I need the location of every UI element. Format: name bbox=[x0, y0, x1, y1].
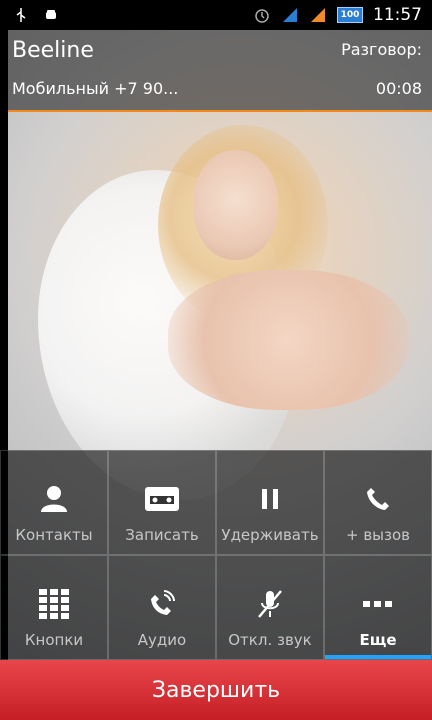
call-status: Разговор: bbox=[341, 40, 422, 59]
keypad-label: Кнопки bbox=[24, 631, 84, 649]
carrier-name: Beeline bbox=[12, 38, 94, 63]
hold-label: Удерживать bbox=[221, 526, 319, 544]
end-call-label: Завершить bbox=[151, 677, 281, 703]
caller-number: Мобильный +7 90... bbox=[12, 79, 179, 98]
android-debug-icon bbox=[42, 6, 60, 24]
contacts-icon bbox=[34, 479, 74, 519]
audio-icon bbox=[142, 584, 182, 624]
call-duration: 00:08 bbox=[375, 79, 422, 98]
audio-label: Аудио bbox=[137, 631, 187, 649]
record-icon bbox=[142, 479, 182, 519]
add-call-label: + вызов bbox=[345, 526, 410, 544]
more-icon bbox=[358, 584, 398, 624]
more-button[interactable]: Еще bbox=[324, 555, 432, 660]
alarm-icon bbox=[253, 6, 271, 24]
record-label: Записать bbox=[125, 526, 199, 544]
battery-icon: 100 bbox=[337, 7, 363, 23]
keypad-button[interactable]: Кнопки bbox=[0, 555, 108, 660]
call-header: Beeline Разговор: Мобильный +7 90... 00:… bbox=[8, 30, 432, 112]
audio-button[interactable]: Аудио bbox=[108, 555, 216, 660]
add-call-button[interactable]: + вызов bbox=[324, 450, 432, 555]
record-button[interactable]: Записать bbox=[108, 450, 216, 555]
photo-face bbox=[193, 150, 278, 260]
contacts-button[interactable]: Контакты bbox=[0, 450, 108, 555]
call-controls: Контакты Записать Удерживать + вызов Кно… bbox=[0, 450, 432, 660]
status-bar: 100 11:57 bbox=[0, 0, 432, 30]
end-call-button[interactable]: Завершить bbox=[0, 660, 432, 720]
photo-arms bbox=[168, 270, 408, 410]
usb-icon bbox=[12, 6, 30, 24]
clock: 11:57 bbox=[373, 5, 422, 25]
signal-sim1-icon bbox=[281, 6, 299, 24]
more-label: Еще bbox=[359, 631, 397, 649]
hold-button[interactable]: Удерживать bbox=[216, 450, 324, 555]
mute-button[interactable]: Откл. звук bbox=[216, 555, 324, 660]
mute-label: Откл. звук bbox=[228, 631, 312, 649]
dialpad-icon bbox=[34, 584, 74, 624]
mute-icon bbox=[250, 584, 290, 624]
pause-icon bbox=[250, 479, 290, 519]
add-call-icon bbox=[358, 479, 398, 519]
contacts-label: Контакты bbox=[15, 526, 93, 544]
signal-sim2-icon bbox=[309, 6, 327, 24]
